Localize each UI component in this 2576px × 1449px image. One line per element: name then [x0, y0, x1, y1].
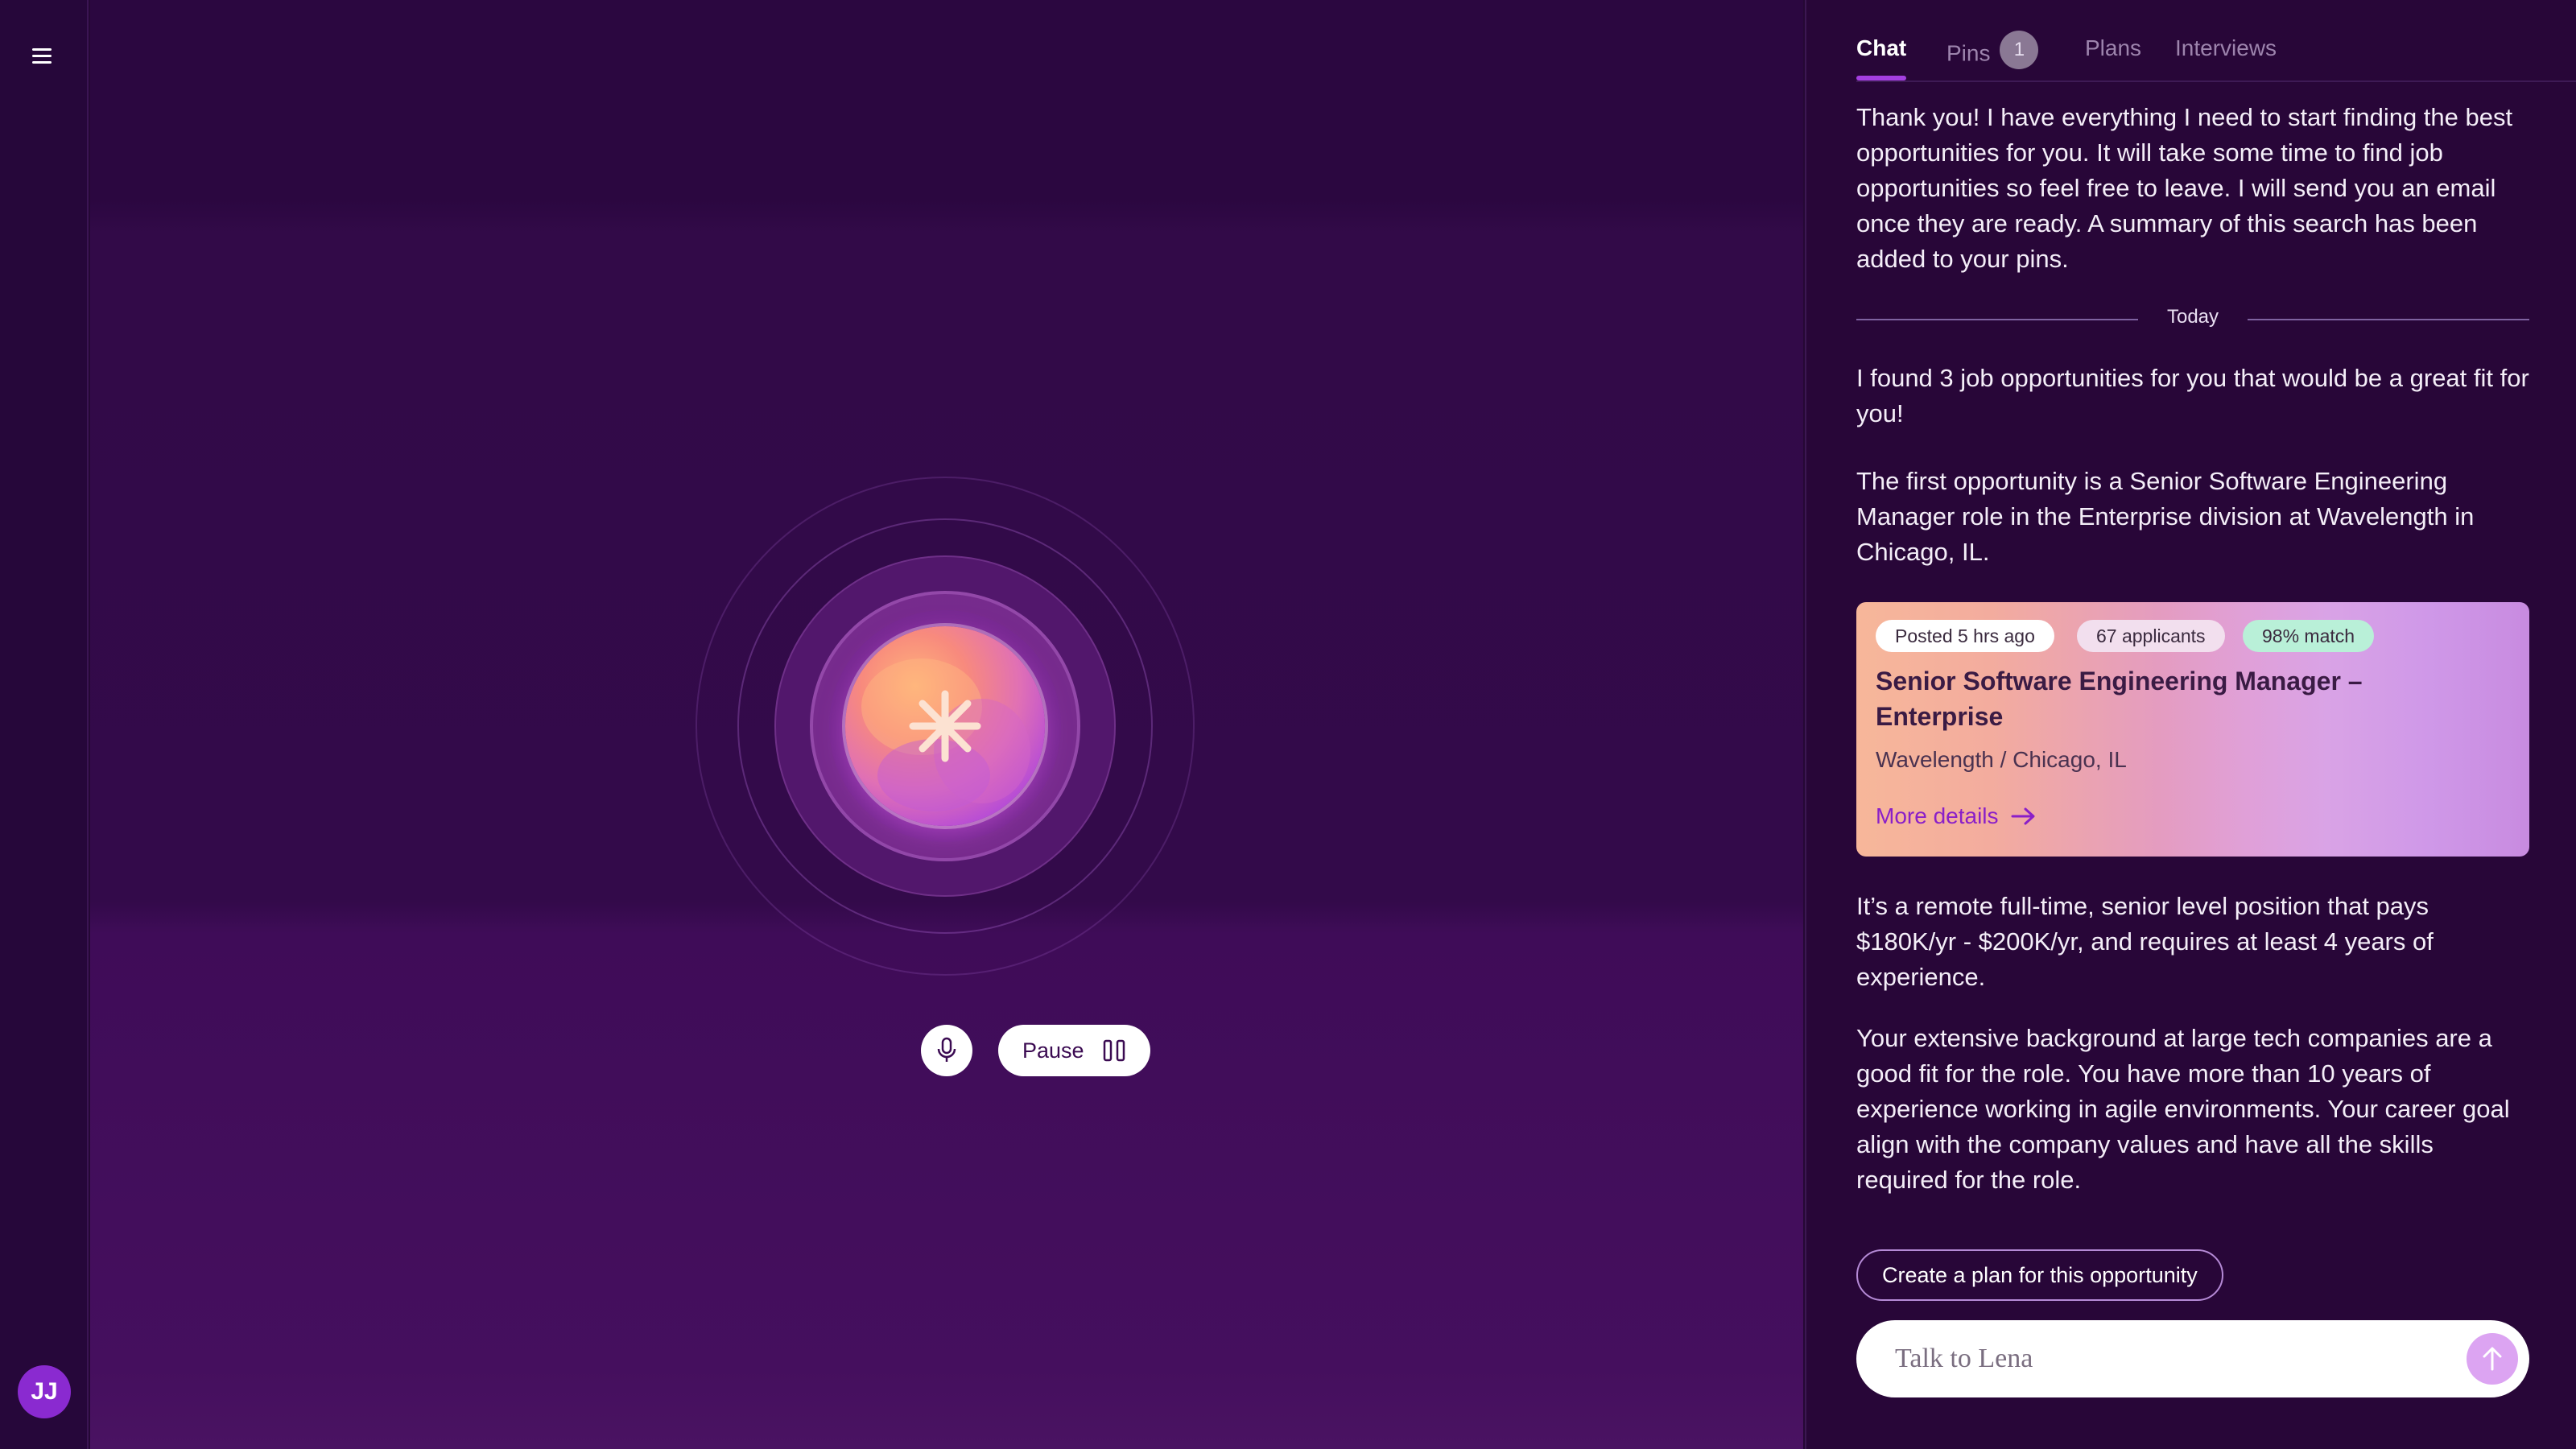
tab-chat[interactable]: Chat — [1856, 35, 1907, 80]
chat-input-container — [1856, 1320, 2529, 1397]
asterisk-icon — [909, 690, 981, 762]
pause-label: Pause — [1022, 1038, 1084, 1063]
tab-plans[interactable]: Plans — [2085, 35, 2141, 77]
chat-message: The first opportunity is a Senior Softwa… — [1856, 467, 2475, 566]
tab-interviews[interactable]: Interviews — [2175, 35, 2277, 77]
microphone-icon — [937, 1037, 956, 1062]
chat-message: Your extensive background at large tech … — [1856, 1024, 2510, 1194]
job-title: Senior Software Engineering Manager – En… — [1876, 667, 2363, 731]
voice-orb — [696, 477, 1195, 976]
more-details-link[interactable]: More details — [1876, 803, 2037, 829]
date-divider: Today — [1856, 304, 2529, 333]
applicants-chip: 67 applicants — [2077, 620, 2225, 652]
send-button[interactable] — [2467, 1333, 2518, 1385]
tab-pins-label: Pins — [1946, 40, 1991, 66]
microphone-button[interactable] — [921, 1025, 972, 1076]
pause-icon — [1103, 1039, 1125, 1062]
tab-chat-label: Chat — [1856, 35, 1907, 60]
pause-button[interactable]: Pause — [998, 1025, 1150, 1076]
chat-input[interactable] — [1893, 1320, 2441, 1397]
tab-pins[interactable]: Pins 1 — [1946, 31, 2039, 90]
left-rail: JJ — [0, 0, 89, 1449]
orb-core — [845, 626, 1045, 826]
arrow-up-icon — [2483, 1347, 2502, 1371]
pins-count-badge: 1 — [2000, 31, 2039, 69]
voice-controls: Pause — [921, 1024, 1150, 1077]
create-plan-button[interactable]: Create a plan for this opportunity — [1856, 1249, 2223, 1301]
chat-message: I found 3 job opportunities for you that… — [1856, 364, 2529, 427]
tab-interviews-label: Interviews — [2175, 35, 2277, 60]
more-details-label: More details — [1876, 803, 1999, 828]
chat-panel: Chat Pins 1 Plans Interviews Thank you! I… — [1805, 0, 2576, 1449]
arrow-right-icon — [2011, 807, 2035, 825]
job-company-location: Wavelength / Chicago, IL — [1876, 747, 2127, 772]
user-avatar[interactable]: JJ — [18, 1365, 71, 1418]
date-divider-label: Today — [2166, 306, 2219, 328]
job-card[interactable]: Posted 5 hrs ago 67 applicants 98% match… — [1856, 602, 2529, 857]
chat-message: Thank you! I have everything I need to s… — [1856, 103, 2513, 273]
match-chip: 98% match — [2243, 620, 2375, 652]
panel-tabs: Chat Pins 1 Plans Interviews — [1856, 0, 2576, 82]
tab-plans-label: Plans — [2085, 35, 2142, 60]
hamburger-menu-icon[interactable] — [29, 45, 61, 69]
voice-stage: Pause — [90, 0, 1803, 1449]
posted-chip: Posted 5 hrs ago — [1876, 620, 2054, 652]
chat-message: It’s a remote full-time, senior level po… — [1856, 892, 2434, 991]
